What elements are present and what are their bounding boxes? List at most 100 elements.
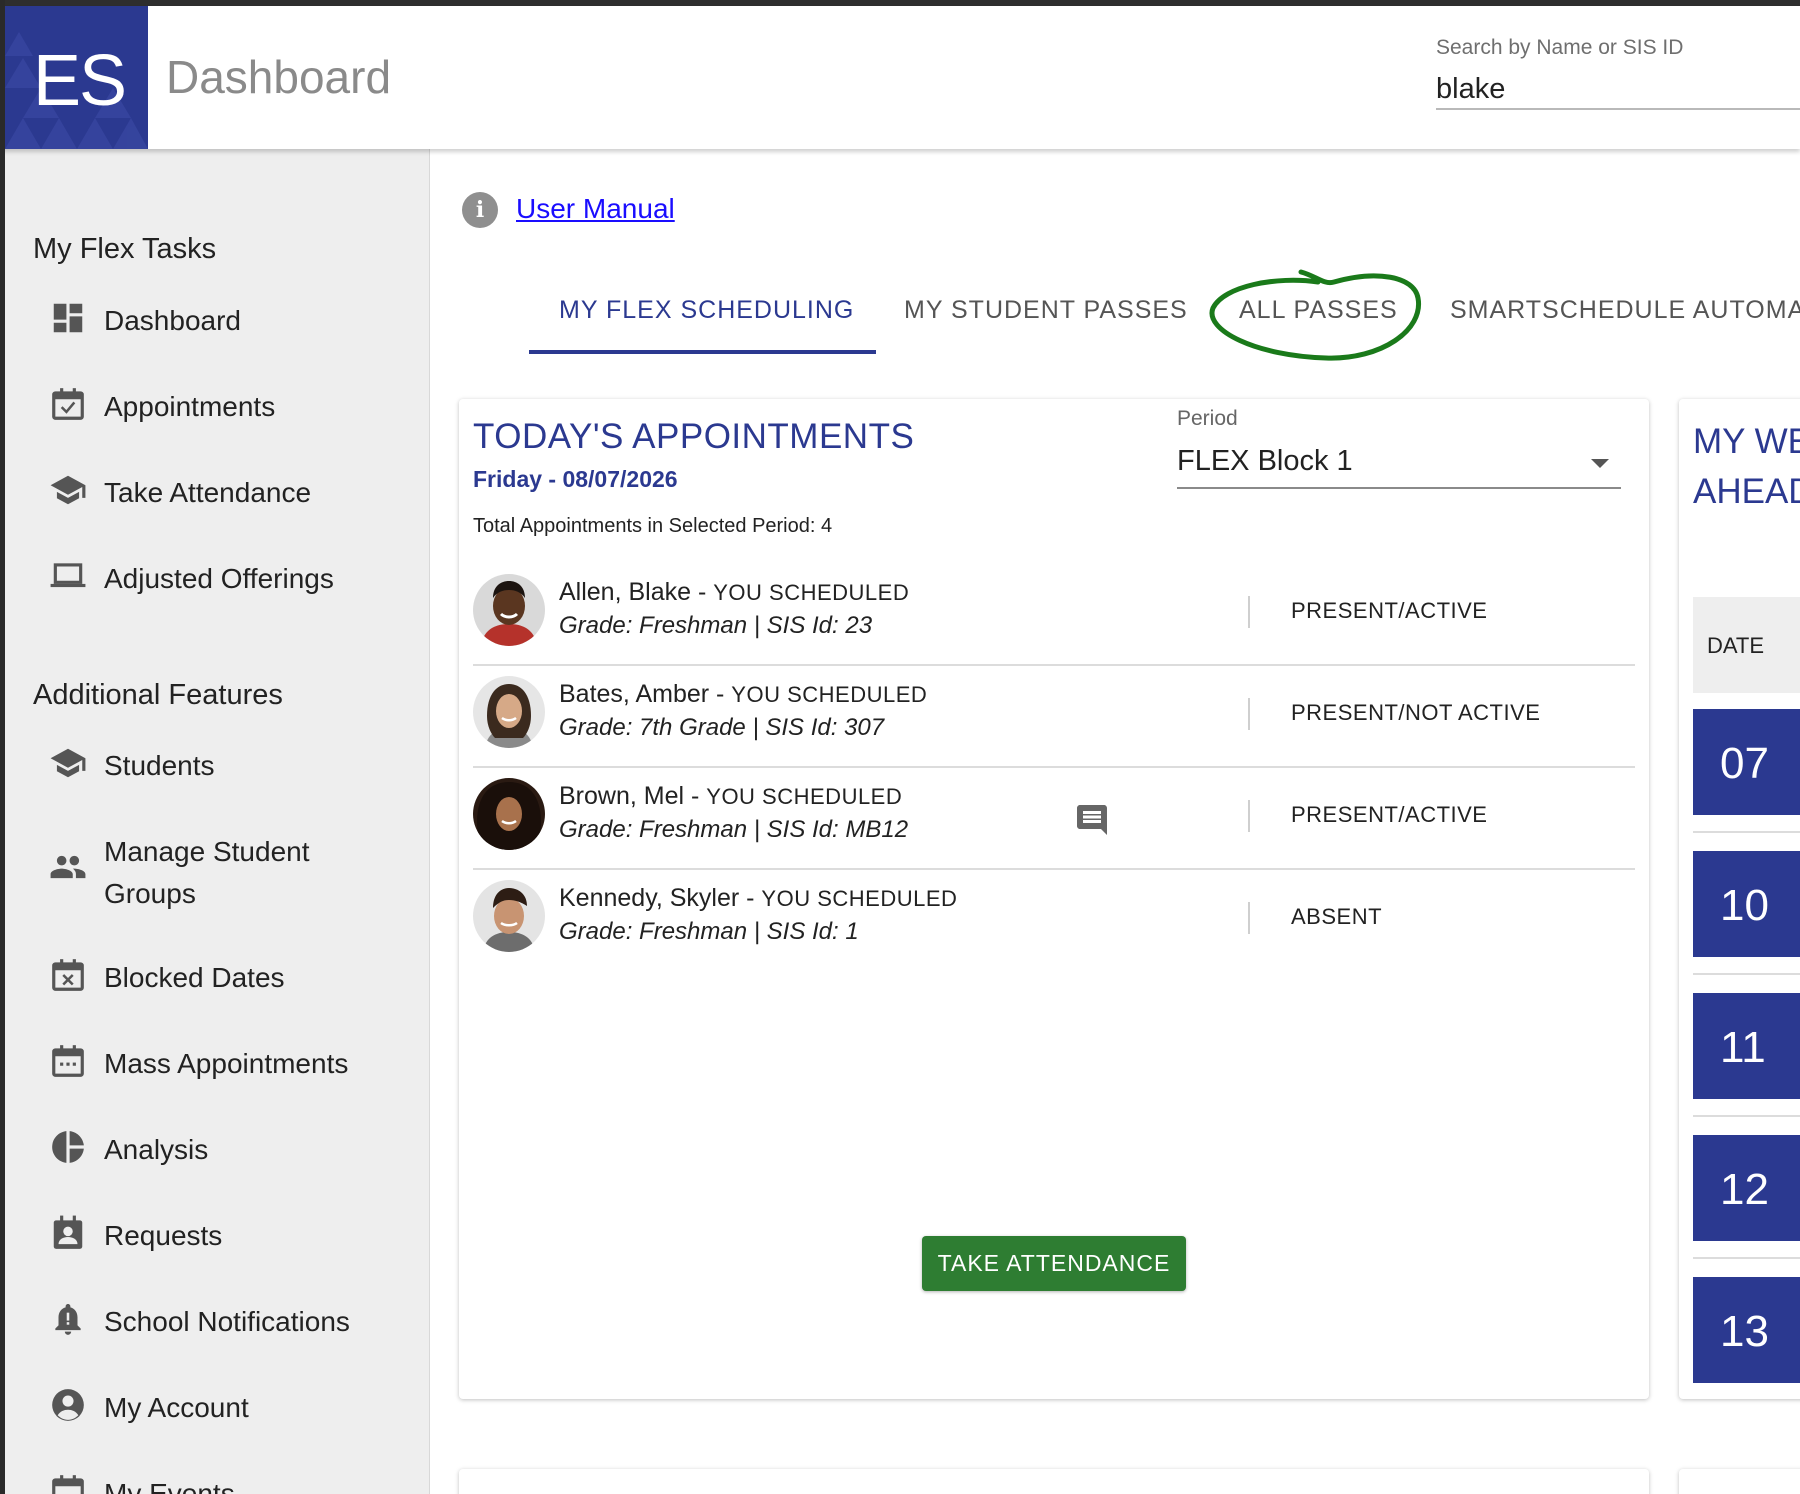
sidebar-item-my-account[interactable]: My Account [5, 1373, 430, 1433]
day-divider [1693, 831, 1800, 833]
attendance-status[interactable]: PRESENT/NOT ACTIVE [1291, 700, 1540, 726]
day-number: 10 [1720, 881, 1769, 930]
calendar-dots-icon [52, 1045, 84, 1077]
sidebar-item-label-line1: Manage Student [104, 836, 310, 867]
sidebar-item-label: Analysis [104, 1134, 209, 1165]
day-cell[interactable]: 10 [1693, 851, 1800, 957]
sidebar-item-label: Appointments [104, 391, 276, 422]
appointments-total: Total Appointments in Selected Period: 4 [473, 515, 833, 537]
student-avatar [473, 778, 545, 850]
student-name-text: Brown, Mel [559, 782, 685, 810]
scheduled-tag: YOU SCHEDULED [706, 784, 903, 809]
card-title-line1: MY WEEK [1693, 422, 1800, 461]
my-week-ahead-card: MY WEEK AHEAD DATE 07 10 11 12 13 [1679, 399, 1800, 1399]
day-number: 07 [1720, 739, 1769, 788]
sidebar-item-my-events[interactable]: My Events [5, 1459, 430, 1494]
column-divider [1248, 698, 1250, 730]
day-number: 13 [1720, 1307, 1769, 1356]
contact-calendar-icon [53, 1215, 83, 1249]
period-value: FLEX Block 1 [1177, 445, 1353, 477]
calendar-x-icon [52, 959, 84, 991]
column-divider [1248, 800, 1250, 832]
sidebar-section-additional-features: Additional Features [33, 679, 283, 711]
next-side-card [1679, 1469, 1800, 1494]
sidebar-item-take-attendance[interactable]: Take Attendance [5, 458, 430, 518]
day-divider [1693, 1257, 1800, 1259]
active-tab-indicator [529, 350, 876, 354]
student-avatar [473, 880, 545, 952]
sidebar-item-mass-appointments[interactable]: Mass Appointments [5, 1029, 430, 1089]
appointments-date: Friday - 08/07/2026 [473, 466, 678, 492]
student-row[interactable]: Kennedy, Skyler - YOU SCHEDULED Grade: F… [473, 870, 1635, 972]
card-title: TODAY'S APPOINTMENTS [473, 417, 915, 456]
sidebar-item-analysis[interactable]: Analysis [5, 1115, 430, 1175]
user-manual-link[interactable]: User Manual [516, 193, 675, 225]
sidebar-item-blocked-dates[interactable]: Blocked Dates [5, 943, 430, 1003]
scheduled-tag: YOU SCHEDULED [713, 580, 910, 605]
search-label: Search by Name or SIS ID [1436, 36, 1684, 59]
todays-appointments-card: TODAY'S APPOINTMENTS Friday - 08/07/2026… [459, 399, 1649, 1399]
graduation-cap-icon [50, 748, 86, 778]
day-cell[interactable]: 13 [1693, 1277, 1800, 1383]
name-separator: - [691, 578, 714, 606]
sidebar-item-label: Mass Appointments [104, 1048, 349, 1079]
period-select[interactable]: FLEX Block 1 [1177, 439, 1621, 489]
info-icon: i [462, 192, 498, 228]
student-name-text: Kennedy, Skyler [559, 884, 740, 912]
calendar-check-icon [52, 388, 84, 420]
sidebar-section-my-flex-tasks: My Flex Tasks [33, 233, 217, 265]
sidebar-item-students[interactable]: Students [5, 731, 430, 791]
window-left-edge [0, 0, 5, 1494]
name-separator: - [709, 680, 732, 708]
date-header-text: DATE [1707, 633, 1765, 658]
scheduled-tag: YOU SCHEDULED [731, 682, 928, 707]
laptop-icon [50, 563, 86, 588]
student-name: Brown, Mel - YOU SCHEDULED [559, 782, 902, 811]
student-name-text: Allen, Blake [559, 578, 692, 606]
day-cell[interactable]: 07 [1693, 709, 1800, 815]
student-name: Kennedy, Skyler - YOU SCHEDULED [559, 884, 957, 913]
student-name-text: Bates, Amber [559, 680, 710, 708]
sidebar-item-label: Adjusted Offerings [104, 563, 334, 594]
attendance-status[interactable]: PRESENT/ACTIVE [1291, 598, 1487, 624]
sidebar-item-requests[interactable]: Requests [5, 1201, 430, 1261]
chevron-down-icon [1591, 459, 1609, 468]
app-logo[interactable]: ES [5, 6, 148, 149]
period-label: Period [1177, 407, 1238, 430]
column-divider [1248, 902, 1250, 934]
student-meta: Grade: Freshman | SIS Id: 1 [559, 918, 859, 945]
pie-chart-icon [52, 1131, 84, 1163]
next-card [459, 1469, 1649, 1494]
student-row[interactable]: Brown, Mel - YOU SCHEDULED Grade: Freshm… [473, 768, 1635, 870]
attendance-status[interactable]: ABSENT [1291, 904, 1382, 930]
day-number: 12 [1720, 1165, 1769, 1214]
student-row[interactable]: Allen, Blake - YOU SCHEDULED Grade: Fres… [473, 564, 1635, 666]
student-meta: Grade: Freshman | SIS Id: MB12 [559, 816, 909, 843]
graduation-cap-icon [50, 475, 86, 505]
sidebar-item-label: Students [104, 750, 215, 781]
bell-alert-icon [55, 1303, 81, 1335]
day-divider [1693, 1115, 1800, 1117]
sidebar-item-manage-student-groups[interactable]: Manage Student Groups [5, 817, 430, 917]
sidebar-item-label: Blocked Dates [104, 962, 285, 993]
sidebar-item-label: My Account [104, 1392, 249, 1423]
day-divider [1693, 973, 1800, 975]
tab-smartschedule-automations[interactable]: SMARTSCHEDULE AUTOMATIONS [1450, 296, 1800, 325]
sidebar-item-school-notifications[interactable]: School Notifications [5, 1287, 430, 1347]
sidebar-item-adjusted-offerings[interactable]: Adjusted Offerings [5, 544, 430, 604]
day-cell[interactable]: 11 [1693, 993, 1800, 1099]
student-meta: Grade: Freshman | SIS Id: 23 [559, 612, 873, 639]
hand-drawn-circle-annotation [1209, 269, 1421, 361]
sidebar-item-appointments[interactable]: Appointments [5, 372, 430, 432]
day-cell[interactable]: 12 [1693, 1135, 1800, 1241]
sidebar-item-dashboard[interactable]: Dashboard [5, 286, 430, 346]
name-separator: - [684, 782, 707, 810]
comment-icon[interactable] [1073, 802, 1111, 838]
account-circle-icon [52, 1389, 84, 1421]
student-row[interactable]: Bates, Amber - YOU SCHEDULED Grade: 7th … [473, 666, 1635, 768]
take-attendance-button[interactable]: TAKE ATTENDANCE [922, 1236, 1186, 1291]
student-name: Bates, Amber - YOU SCHEDULED [559, 680, 927, 709]
attendance-status[interactable]: PRESENT/ACTIVE [1291, 802, 1487, 828]
search-input[interactable] [1436, 70, 1800, 110]
dashboard-icon [53, 303, 83, 333]
